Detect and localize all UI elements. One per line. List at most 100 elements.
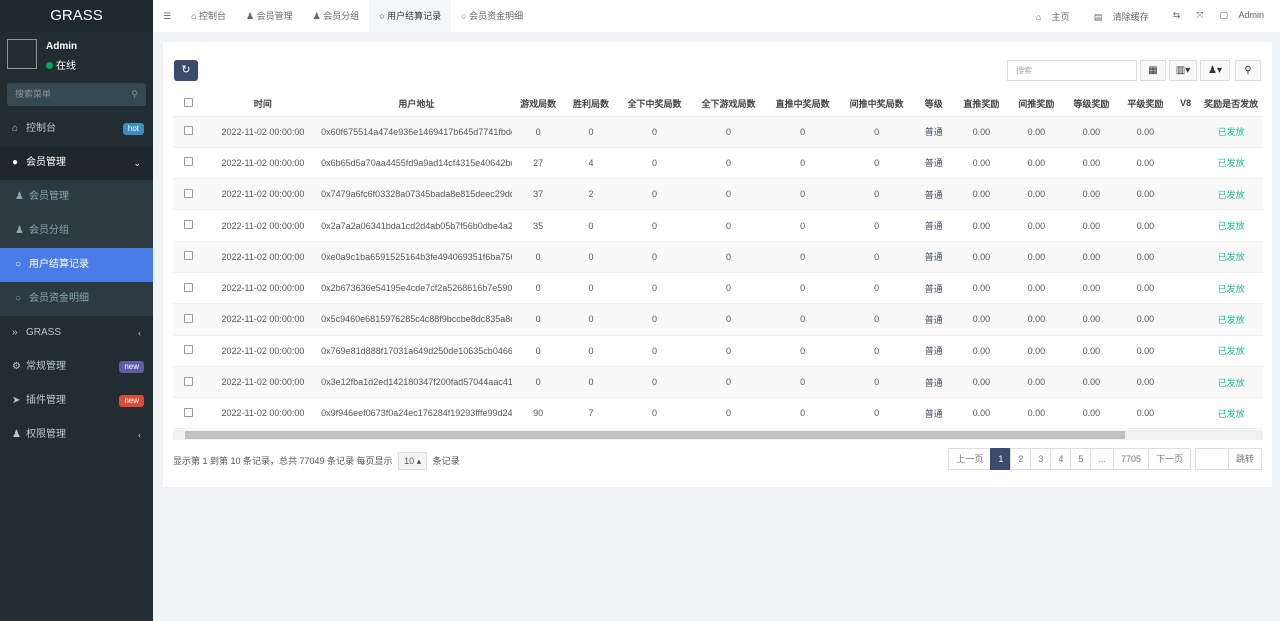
column-header[interactable]: 用户地址 [321,91,511,116]
sidebar-item[interactable]: ⚙常规管理new [0,350,153,384]
table-row[interactable]: 2022-11-02 00:00:000x2a7a2a06341bda1cd2d… [173,210,1263,241]
menu-badge: new [119,395,144,407]
table-cell: 2022-11-02 00:00:00 [205,272,321,303]
jump-page-input[interactable] [1195,448,1229,470]
table-cell: 0 [617,210,691,241]
column-header[interactable]: 全下游戏局数 [692,91,766,116]
table-row[interactable]: 2022-11-02 00:00:000x3e12fba1d2ed1421803… [173,366,1263,397]
table-cell: 0.00 [954,179,1009,210]
table-row[interactable]: 2022-11-02 00:00:000x7479a6fc6f03328a073… [173,179,1263,210]
table-cell: 0 [766,335,840,366]
sidebar-item[interactable]: ⌂控制台hot [0,112,153,146]
column-header[interactable]: 平级奖励 [1119,91,1172,116]
table-cell: 普通 [914,272,954,303]
table-row[interactable]: 2022-11-02 00:00:000x9f946eef0673f0a24ec… [173,398,1263,429]
row-checkbox[interactable] [173,147,205,178]
column-header[interactable]: 时间 [205,91,321,116]
column-header[interactable]: 等级 [914,91,954,116]
page-button[interactable]: ... [1090,448,1114,470]
advanced-search-button[interactable]: ⚲ [1235,60,1261,81]
menu-toggle-icon[interactable]: ☰ [153,0,181,32]
table-row[interactable]: 2022-11-02 00:00:000x2b673636e54195e4cde… [173,272,1263,303]
table-cell: 0 [840,210,914,241]
column-header[interactable]: 奖励是否发放 [1199,91,1263,116]
page-button[interactable]: 7705 [1113,448,1149,470]
table-row[interactable]: 2022-11-02 00:00:000x60f675514a474e936e1… [173,116,1263,147]
table-cell: 已发放 [1199,398,1263,429]
tab-member-manage[interactable]: ♟ 会员管理 [236,0,303,32]
tab-dashboard[interactable]: ⌂ 控制台 [181,0,236,32]
select-all-checkbox[interactable] [173,91,205,116]
sidebar-item[interactable]: ○会员资金明细 [0,282,153,316]
sidebar-item[interactable]: ○用户结算记录 [0,248,153,282]
row-checkbox[interactable] [173,210,205,241]
table-row[interactable]: 2022-11-02 00:00:000x5c9460e6815976285c4… [173,304,1263,335]
table-cell: 0 [617,179,691,210]
logo[interactable]: GRASS [0,0,153,32]
column-header[interactable]: 直推奖励 [954,91,1009,116]
user-status: 在线 [46,57,76,72]
column-header[interactable]: 间推中奖局数 [840,91,914,116]
clear-cache-button[interactable]: ▤ 清除缓存 [1086,10,1165,23]
row-checkbox[interactable] [173,272,205,303]
page-button[interactable]: 5 [1070,448,1091,470]
row-checkbox[interactable] [173,366,205,397]
table-cell: 0.00 [1009,366,1064,397]
column-header[interactable]: 直推中奖局数 [766,91,840,116]
refresh-button[interactable]: ↻ [174,60,198,81]
sidebar-item[interactable]: ♟会员管理 [0,180,153,214]
table-cell: 0x7479a6fc6f03328a07345bada8e815deec29dd… [321,179,511,210]
table-row[interactable]: 2022-11-02 00:00:000xe0a9c1ba6591525164b… [173,241,1263,272]
table-cell: 0 [565,335,618,366]
sidebar-menu: ⌂控制台hot●会员管理⌄♟会员管理♟会员分组○用户结算记录○会员资金明细»GR… [0,112,153,452]
page-button[interactable]: 1 [990,448,1011,470]
jump-button[interactable]: 跳转 [1228,448,1262,470]
row-checkbox[interactable] [173,335,205,366]
table-cell: 0.00 [1009,147,1064,178]
page-button[interactable]: 4 [1050,448,1071,470]
column-header[interactable]: 游戏局数 [512,91,565,116]
sidebar-item[interactable]: ●会员管理⌄ [0,146,153,180]
horizontal-scrollbar[interactable] [173,430,1263,440]
sidebar-item[interactable]: ♟会员分组 [0,214,153,248]
table-cell: 0 [617,335,691,366]
search-icon: ⚲ [131,83,138,106]
column-header[interactable]: 间推奖励 [1009,91,1064,116]
row-checkbox[interactable] [173,304,205,335]
column-header[interactable]: 全下中奖局数 [617,91,691,116]
page-button[interactable]: 2 [1010,448,1031,470]
home-link[interactable]: ⌂ 主页 [1028,10,1086,23]
tab-member-group[interactable]: ♟ 会员分组 [303,0,370,32]
column-header[interactable]: 等级奖励 [1064,91,1119,116]
export-button[interactable]: ♟▾ [1200,60,1230,81]
toggle-view-button[interactable]: ▦ [1140,60,1166,81]
page-button[interactable]: 3 [1030,448,1051,470]
sidebar-item[interactable]: »GRASS‹ [0,316,153,350]
fullscreen-icon[interactable]: ⤧ [1188,10,1211,23]
tab-fund-details[interactable]: ○ 会员资金明细 [451,0,533,32]
table-search-input[interactable]: 搜索 [1007,60,1137,81]
admin-menu[interactable]: ▢ Admin [1211,10,1280,23]
column-header[interactable]: 胜利局数 [565,91,618,116]
next-page-button[interactable]: 下一页 [1148,448,1191,470]
page-size-select[interactable]: 10 ▴ [398,452,427,470]
prev-page-button[interactable]: 上一页 [948,448,991,470]
row-checkbox[interactable] [173,398,205,429]
row-checkbox[interactable] [173,179,205,210]
table-row[interactable]: 2022-11-02 00:00:000x6b65d5a70aa4455fd9a… [173,147,1263,178]
table-cell: 0.00 [1009,272,1064,303]
translate-icon[interactable]: ⇆ [1165,10,1189,23]
cogs-icon: ⚙ [12,350,26,384]
row-checkbox[interactable] [173,241,205,272]
column-header[interactable]: V8 [1172,91,1200,116]
table-row[interactable]: 2022-11-02 00:00:000x769e81d888f17031a64… [173,335,1263,366]
sidebar-item[interactable]: ♟权限管理‹ [0,418,153,452]
table-cell: 0.00 [954,116,1009,147]
scrollbar-thumb[interactable] [185,431,1125,439]
tab-settlement-records[interactable]: ○ 用户结算记录 [369,0,451,32]
menu-search-input[interactable]: 搜索菜单⚲ [7,83,146,106]
row-checkbox[interactable] [173,116,205,147]
sidebar-item[interactable]: ➤插件管理new [0,384,153,418]
table-cell: 0 [840,241,914,272]
columns-button[interactable]: ▥▾ [1169,60,1197,81]
